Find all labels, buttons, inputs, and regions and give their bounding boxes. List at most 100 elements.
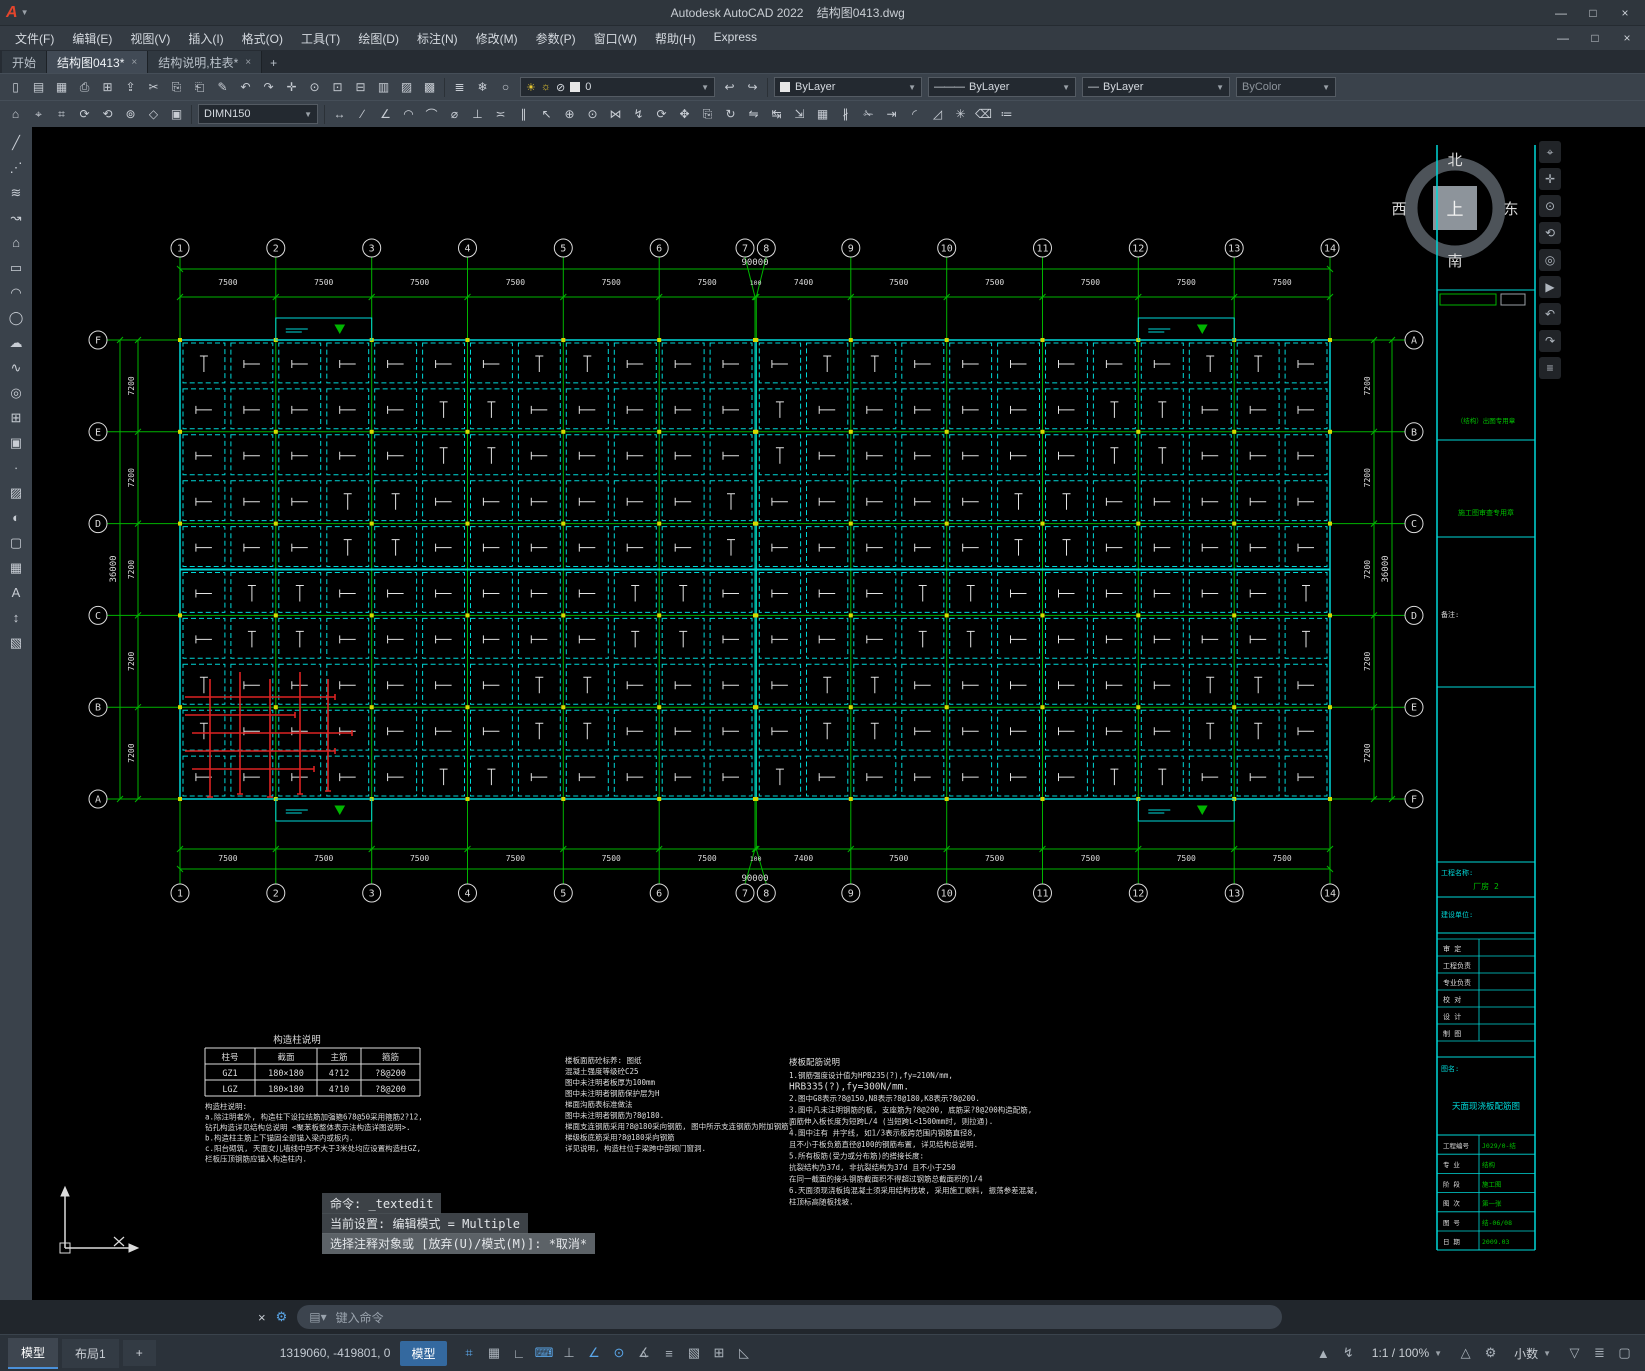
erase-icon[interactable]: ⌫ [972,103,995,125]
undo-icon[interactable]: ↶ [234,76,257,98]
insert-block-icon[interactable]: ⊞ [4,406,28,429]
rotate-icon[interactable]: ↻ [719,103,742,125]
chamfer-icon[interactable]: ◿ [926,103,949,125]
redraw-icon[interactable]: ⟳ [73,103,96,125]
add-layout-button[interactable]: + [122,1340,156,1366]
menu-item-12[interactable]: Express [705,27,766,50]
viewcube-icon[interactable]: ⌖ [1539,141,1561,163]
pan-realtime-icon[interactable]: ✛ [280,76,303,98]
dim-angular-icon[interactable]: ∠ [374,103,397,125]
orbit-icon[interactable]: ⟲ [1539,222,1561,244]
paste-icon[interactable]: ⎗ [188,76,211,98]
group-icon[interactable]: ▣ [165,103,188,125]
region-icon[interactable]: ▢ [4,531,28,554]
text-icon[interactable]: A [4,581,28,604]
dim-jog-icon[interactable]: ↯ [627,103,650,125]
spline-icon[interactable]: ∿ [4,356,28,379]
menu-item-10[interactable]: 窗口(W) [585,27,646,50]
quick-calc-icon[interactable]: ▩ [418,76,441,98]
drawing-viewport[interactable]: 1 1 2 2 3 3 4 4 5 5 6 6 7 7 8 8 9 9 10 10 11 11 12 12 13 13 14 14 F A… [32,127,1645,1300]
cut-icon[interactable]: ✂ [142,76,165,98]
plotstyle-combo[interactable]: ByColor ▼ [1236,77,1336,97]
sheet-set-manager-icon[interactable]: ▥ [372,76,395,98]
zoom-realtime-icon[interactable]: ⊙ [303,76,326,98]
circle-icon[interactable]: ◯ [4,306,28,329]
plot-icon[interactable]: ⎙ [73,76,96,98]
plan-drawing[interactable]: 11223344556677889910101111121213131414F A… [32,127,1645,1300]
annotation-visibility-icon[interactable]: ▲ [1311,1341,1336,1365]
workspace-gear-icon[interactable]: ⚙ [1478,1341,1503,1365]
autoscale-icon[interactable]: ↯ [1336,1341,1361,1365]
line-icon[interactable]: ╱ [4,131,28,154]
plot-preview-icon[interactable]: ⊞ [96,76,119,98]
menu-item-0[interactable]: 文件(F) [6,27,63,50]
clean-screen-icon[interactable]: ▢ [1612,1341,1637,1365]
polyline-icon[interactable]: ↝ [4,206,28,229]
annotation-scale-combo[interactable]: 1:1 / 100% ▼ [1365,1342,1449,1364]
units-icon[interactable]: ⌗ [50,103,73,125]
zoom-previous-icon[interactable]: ⊟ [349,76,372,98]
menu-item-8[interactable]: 修改(M) [467,27,527,50]
properties-icon[interactable]: ≔ [995,103,1018,125]
menu-item-5[interactable]: 工具(T) [292,27,349,50]
selection-cycling-icon[interactable]: ⊞ [707,1341,732,1365]
infer-constraints-icon[interactable]: ∟ [507,1341,532,1365]
show-motion-icon[interactable]: ▶ [1539,276,1561,298]
layer-previous-icon[interactable]: ↪ [741,76,764,98]
offset-icon[interactable]: ∦ [834,103,857,125]
mirror-icon[interactable]: ⇋ [742,103,765,125]
dim-continue-icon[interactable]: ∥ [512,103,535,125]
steering-wheel-icon[interactable]: ◎ [1539,249,1561,271]
doc-minimize-button[interactable]: — [1549,28,1577,48]
units-precision-combo[interactable]: 小数 ▼ [1507,1341,1558,1366]
menu-item-4[interactable]: 格式(O) [233,27,292,50]
color-combo[interactable]: ByLayer ▼ [774,77,922,97]
customize-icon[interactable]: ≣ [1587,1341,1612,1365]
ellipse-icon[interactable]: ◎ [4,381,28,404]
zoom-window-icon[interactable]: ⊡ [326,76,349,98]
file-tab-1[interactable]: 结构图0413* × [47,51,149,73]
markup-icon[interactable]: ▨ [395,76,418,98]
make-object-layer-current-icon[interactable]: ↩ [718,76,741,98]
snap-mode-icon[interactable]: ▦ [482,1341,507,1365]
dim-baseline-icon[interactable]: ≍ [489,103,512,125]
navigation-settings-icon[interactable]: ≡ [1539,357,1561,379]
stretch-icon[interactable]: ↹ [765,103,788,125]
ucs-icon[interactable]: ⌖ [27,103,50,125]
explode-icon[interactable]: ✳ [949,103,972,125]
table-icon[interactable]: ▦ [4,556,28,579]
workspace-icon[interactable]: ⌂ [4,103,27,125]
menu-item-2[interactable]: 视图(V) [121,27,179,50]
doc-close-button[interactable]: × [1613,28,1641,48]
polygon-icon[interactable]: ⌂ [4,231,28,254]
fillet-icon[interactable]: ◜ [903,103,926,125]
command-input[interactable]: ▤▾ 键入命令 [297,1305,1283,1329]
layout1-tab[interactable]: 布局1 [62,1338,119,1368]
gradient-icon[interactable]: ◐ [4,506,28,529]
close-button[interactable]: × [1611,3,1639,23]
model-tab[interactable]: 模型 [8,1337,59,1369]
dynamic-ucs-icon[interactable]: ◺ [732,1341,757,1365]
dim-linear-icon[interactable]: ↔ [328,103,351,125]
regen-icon[interactable]: ⟲ [96,103,119,125]
open-icon[interactable]: ▤ [27,76,50,98]
autocad-logo-icon[interactable]: A [6,4,18,22]
dynamic-input-icon[interactable]: ⌨ [532,1341,557,1365]
zoom-icon[interactable]: ⊙ [1539,195,1561,217]
command-recent-icon[interactable]: ▤▾ [309,1310,326,1324]
next-view-icon[interactable]: ↷ [1539,330,1561,352]
publish-icon[interactable]: ⇪ [119,76,142,98]
dim-ordinate-icon[interactable]: ⊥ [466,103,489,125]
dimension-icon[interactable]: ↕ [4,606,28,629]
grid-display-icon[interactable]: ⌗ [457,1341,482,1365]
doc-restore-button[interactable]: □ [1581,28,1609,48]
lineweight-display-icon[interactable]: ≡ [657,1341,682,1365]
copy-clip-icon[interactable]: ⎘ [165,76,188,98]
dim-update-icon[interactable]: ⟳ [650,103,673,125]
construction-line-icon[interactable]: ⋰ [4,156,28,179]
menu-item-9[interactable]: 参数(P) [527,27,585,50]
object-snap-icon[interactable]: ⊙ [607,1341,632,1365]
previous-view-icon[interactable]: ↶ [1539,303,1561,325]
save-icon[interactable]: ▦ [50,76,73,98]
dim-diameter-icon[interactable]: ⌀ [443,103,466,125]
